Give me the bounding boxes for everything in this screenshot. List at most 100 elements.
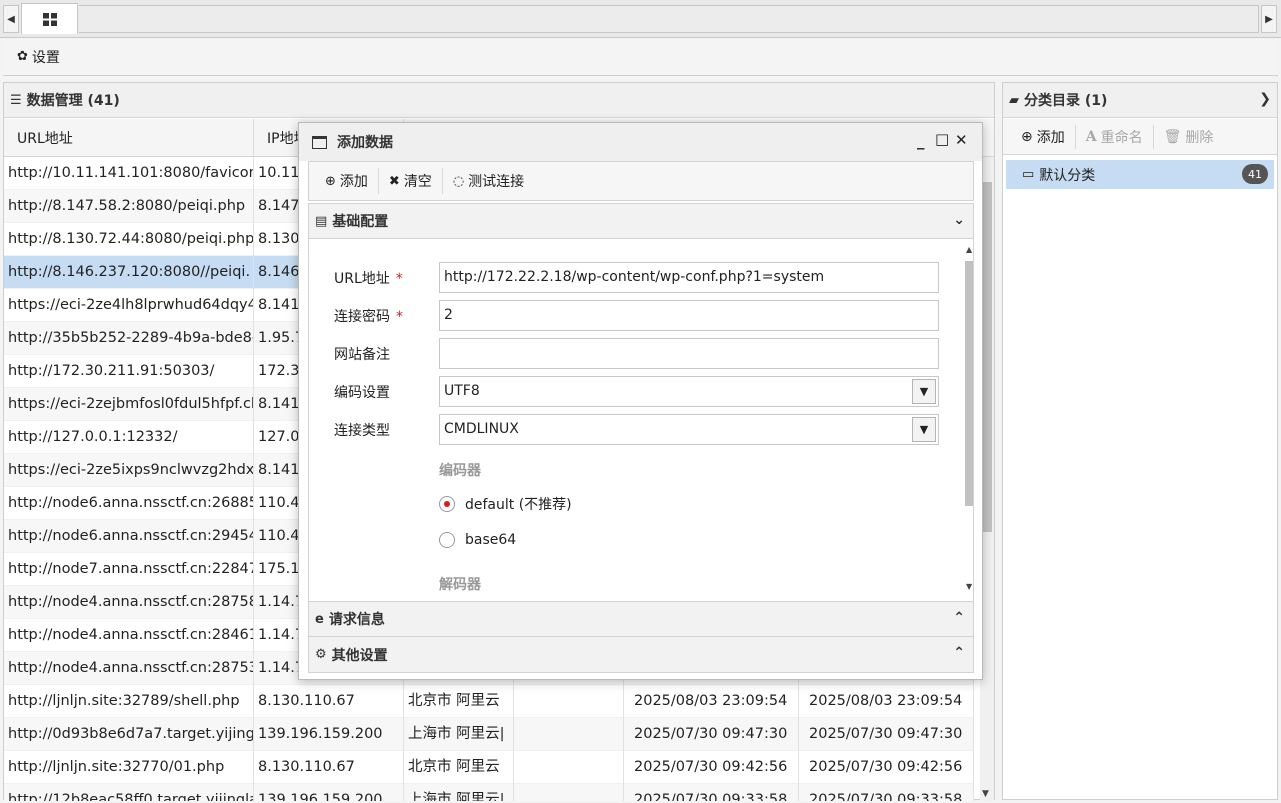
test-connection-label: 测试连接 <box>468 174 525 190</box>
table-cell-url: http://127.0.0.1:12332/ <box>4 421 254 454</box>
tab-bar: ◀ ▶ <box>0 0 1281 38</box>
table-cell-t1: 2025/07/30 09:33:58 <box>624 784 799 801</box>
basic-config-title: 基础配置 <box>332 214 389 230</box>
table-row[interactable]: http://12b8eac58ff0.target.yijingla 139.1… <box>4 784 974 801</box>
table-cell-url: https://eci-2zejbmfosl0fdul5hfpf.cl <box>4 388 254 421</box>
gear-icon: ✿ <box>17 49 28 64</box>
note-label: 网站备注 <box>334 347 390 363</box>
dialog-add-button[interactable]: ⊕ 添加 <box>315 168 379 194</box>
test-connection-button[interactable]: ◌ 测试连接 <box>443 168 534 194</box>
add-data-dialog: 添加数据 _ □ ✕ ⊕ 添加 ✖ 清空 ◌ 测试连接 ▤ 基础配置 ⌄ URL… <box>298 122 983 680</box>
encoding-select[interactable]: UTF8 ▼ <box>439 376 939 407</box>
table-row[interactable]: http://ljnljn.site:32770/01.php 8.130.110… <box>4 751 974 784</box>
other-settings-title: 其他设置 <box>331 647 388 664</box>
category-panel: ▰ 分类目录 (1) ❯ ⊕ 添加 A 重命名 🗑 删除 ▭ 默认分类 41 <box>1002 82 1278 800</box>
plus-circle-icon: ⊕ <box>1021 128 1033 145</box>
password-input[interactable]: 2 <box>439 300 939 331</box>
scroll-down-arrow-icon[interactable]: ▼ <box>982 789 989 799</box>
table-cell-url: http://node4.anna.nssctf.cn:28753 <box>4 652 254 685</box>
data-panel-title: 数据管理 (41) <box>26 93 120 109</box>
maximize-icon[interactable]: □ <box>935 130 949 148</box>
category-delete-label: 删除 <box>1185 129 1214 146</box>
settings-label: 设置 <box>31 49 60 66</box>
table-cell-url: https://eci-2ze4lh8lprwhud64dqy4 <box>4 289 254 322</box>
dialog-clear-button[interactable]: ✖ 清空 <box>379 168 443 194</box>
encoder-option-base64[interactable]: base64 <box>439 532 516 548</box>
table-cell-t2: 2025/07/30 09:47:30 <box>799 718 974 751</box>
font-icon: A <box>1085 128 1097 145</box>
table-cell-url: http://8.130.72.44:8080/peiqi.php <box>4 223 254 256</box>
menu-bar: ✿ 设置 <box>3 38 1278 76</box>
basic-config-form: URL地址 * http://172.22.2.18/wp-content/wp-… <box>308 239 974 601</box>
tab-home[interactable] <box>21 3 78 34</box>
encoding-label: 编码设置 <box>334 385 390 401</box>
category-panel-title: 分类目录 (1) <box>1024 93 1108 109</box>
chevron-down-icon[interactable]: ▼ <box>912 417 936 442</box>
table-cell-url: http://8.147.58.2:8080/peiqi.php <box>4 190 254 223</box>
type-label: 连接类型 <box>334 423 390 439</box>
form-scrollbar[interactable]: ▲ ▼ <box>965 245 973 595</box>
window-icon <box>312 135 327 149</box>
chevron-down-icon[interactable]: ▼ <box>912 379 936 404</box>
trash-icon: 🗑 <box>1163 128 1182 145</box>
category-rename-button[interactable]: A 重命名 <box>1076 124 1154 149</box>
category-delete-button[interactable]: 🗑 删除 <box>1154 125 1224 149</box>
table-cell-ip: 139.196.159.200 <box>254 784 404 801</box>
scroll-right-arrow-icon[interactable]: ▶ <box>1261 5 1277 33</box>
table-row[interactable]: http://0d93b8e6d7a7.target.yijing 139.196… <box>4 718 974 751</box>
category-item-default[interactable]: ▭ 默认分类 41 <box>1006 160 1274 189</box>
radio-checked[interactable] <box>439 496 455 512</box>
table-cell-ip: 139.196.159.200 <box>254 718 404 751</box>
settings-menu[interactable]: ✿ 设置 <box>17 47 60 67</box>
column-header-url[interactable]: URL地址 <box>4 119 254 157</box>
table-cell-url: http://node7.anna.nssctf.cn:22847 <box>4 553 254 586</box>
spinner-icon: ◌ <box>452 173 465 189</box>
table-cell-addr: 北京市 阿里云 <box>404 751 514 784</box>
password-label: 连接密码 * <box>334 309 403 325</box>
table-cell-ip: 8.130.110.67 <box>254 685 404 718</box>
encoder-header: 编码器 <box>439 463 481 479</box>
url-input[interactable]: http://172.22.2.18/wp-content/wp-conf.ph… <box>439 262 939 293</box>
table-cell-url: http://35b5b252-2289-4b9a-bde8- <box>4 322 254 355</box>
url-label: URL地址 * <box>334 271 403 287</box>
table-cell-url: http://0d93b8e6d7a7.target.yijing <box>4 718 254 751</box>
file-text-icon: ▤ <box>315 213 328 229</box>
minimize-icon[interactable]: _ <box>917 132 925 150</box>
table-cell-c3 <box>514 751 624 784</box>
dialog-title: 添加数据 <box>337 135 393 151</box>
encoder-option-default[interactable]: default (不推荐) <box>439 494 572 514</box>
table-cell-t1: 2025/08/03 23:09:54 <box>624 685 799 718</box>
chevron-up-icon[interactable]: ⌃ <box>953 645 965 661</box>
radio-unchecked[interactable] <box>439 532 455 548</box>
table-cell-t1: 2025/07/30 09:42:56 <box>624 751 799 784</box>
chevron-down-icon[interactable]: ⌄ <box>953 212 965 228</box>
scroll-down-arrow-icon[interactable]: ▼ <box>966 582 972 591</box>
scroll-left-arrow-icon[interactable]: ◀ <box>3 5 19 33</box>
request-info-section-header[interactable]: e 请求信息 ⌃ <box>308 601 974 637</box>
scrollbar-thumb[interactable] <box>965 261 973 506</box>
table-row[interactable]: http://ljnljn.site:32789/shell.php 8.130.… <box>4 685 974 718</box>
note-input[interactable] <box>439 338 939 369</box>
table-cell-url: http://node6.anna.nssctf.cn:29454 <box>4 520 254 553</box>
dialog-add-label: 添加 <box>339 174 368 190</box>
chevron-right-icon[interactable]: ❯ <box>1259 91 1271 107</box>
table-cell-c3 <box>514 784 624 801</box>
scrollbar-thumb[interactable] <box>983 182 992 532</box>
request-info-title: 请求信息 <box>328 612 385 628</box>
edge-icon: e <box>315 611 324 627</box>
scroll-up-arrow-icon[interactable]: ▲ <box>966 245 972 254</box>
dialog-toolbar: ⊕ 添加 ✖ 清空 ◌ 测试连接 <box>308 161 974 201</box>
other-settings-section-header[interactable]: ⚙ 其他设置 ⌃ <box>308 637 974 673</box>
type-select[interactable]: CMDLINUX ▼ <box>439 414 939 445</box>
list-icon: ☰ <box>10 92 22 108</box>
required-mark: * <box>395 271 403 287</box>
table-cell-addr: 上海市 阿里云| <box>404 718 514 751</box>
dialog-title-bar[interactable]: 添加数据 _ □ ✕ <box>299 123 982 161</box>
cogs-icon: ⚙ <box>315 647 327 662</box>
basic-config-section-header[interactable]: ▤ 基础配置 ⌄ <box>308 203 974 239</box>
table-cell-ip: 8.130.110.67 <box>254 751 404 784</box>
close-icon[interactable]: ✕ <box>955 131 968 149</box>
chevron-up-icon[interactable]: ⌃ <box>953 610 965 626</box>
category-add-button[interactable]: ⊕ 添加 <box>1021 124 1076 149</box>
encoding-value: UTF8 <box>444 383 480 399</box>
